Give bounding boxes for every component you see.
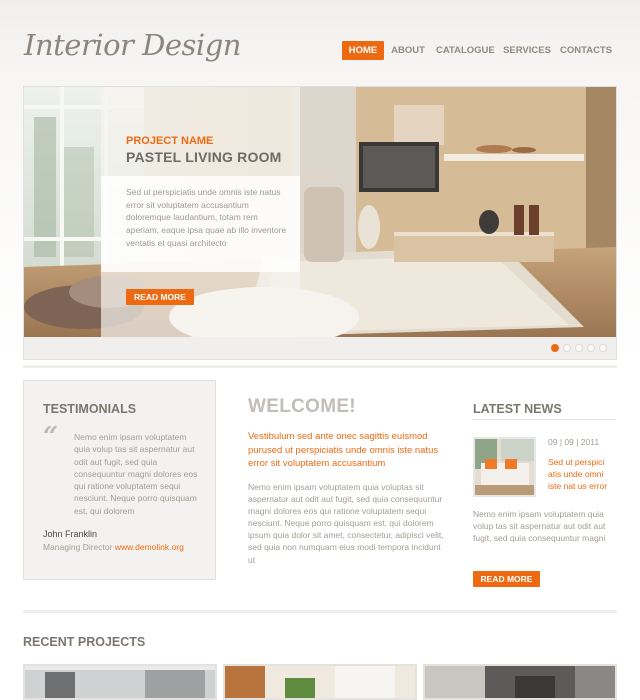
recent-project-thumb[interactable]	[423, 664, 617, 700]
main-nav: HOME ABOUT CATALOGUE SERVICES CONTACTS	[0, 41, 640, 61]
testimonial-text: Nemo enim ipsam voluptatem quia volup ta…	[74, 432, 198, 516]
hero-project-title: PASTEL LIVING ROOM	[126, 149, 282, 165]
news-title-underline	[473, 419, 616, 420]
testimonial-author: John Franklin	[43, 529, 98, 539]
slider-dot-icon[interactable]	[563, 344, 571, 352]
nav-about[interactable]: ABOUT	[388, 41, 428, 60]
nav-catalogue[interactable]: CATALOGUE	[436, 41, 495, 60]
testimonial-role-text: Managing Director	[43, 542, 113, 552]
welcome-body: Nemo enim ipsam voluptatem quia voluptas…	[248, 482, 444, 565]
news-headline-link[interactable]: Sed ut perspici atis unde omni iste nat …	[548, 456, 618, 493]
slider-dot-icon[interactable]	[575, 344, 583, 352]
news-title: LATEST NEWS	[473, 402, 562, 416]
welcome-title: WELCOME!	[248, 396, 356, 417]
testimonial-link[interactable]: www.demolink.org	[115, 542, 184, 552]
recent-project-thumb[interactable]	[23, 664, 217, 700]
nav-contacts[interactable]: CONTACTS	[560, 41, 612, 60]
testimonials-title: TESTIMONIALS	[43, 402, 137, 416]
news-date: 09 | 09 | 2011	[548, 437, 600, 447]
news-body: Nemo enim ipsam voluptatem quia volup ta…	[473, 509, 606, 544]
hero-project-label: PROJECT NAME	[126, 135, 214, 147]
recent-project-thumb[interactable]	[223, 664, 417, 700]
quote-icon: “	[43, 422, 58, 452]
nav-home[interactable]: HOME	[342, 41, 384, 60]
nav-services[interactable]: SERVICES	[502, 41, 552, 60]
news-thumbnail[interactable]	[473, 437, 536, 497]
news-read-more-button[interactable]: READ MORE	[473, 571, 540, 587]
slider-dot-icon[interactable]	[599, 344, 607, 352]
slider-pagination	[551, 344, 611, 353]
recent-projects-title: RECENT PROJECTS	[23, 635, 146, 649]
slider-dot-icon[interactable]	[587, 344, 595, 352]
section-divider	[23, 365, 617, 368]
testimonial-role: Managing Director www.demolink.org	[43, 542, 184, 552]
slider-dot-icon[interactable]	[551, 344, 559, 352]
hero-description: Sed ut perspiciatis unde omnis iste natu…	[126, 187, 287, 248]
hero-read-more-button[interactable]: READ MORE	[126, 289, 194, 305]
section-divider	[23, 610, 617, 613]
welcome-lead: Vestibulum sed ante onec sagittis euismo…	[248, 431, 439, 470]
